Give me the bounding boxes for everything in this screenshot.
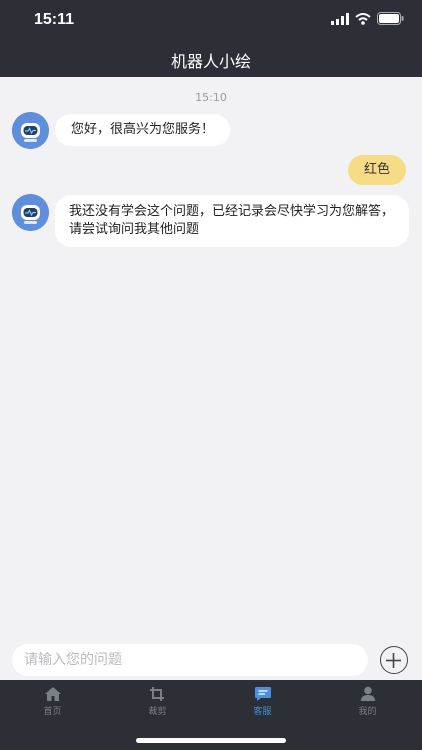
message-timestamp: 15:10 <box>195 91 227 104</box>
bot-message-bubble: 您好，很高兴为您服务！ <box>55 114 231 146</box>
tab-label: 裁剪 <box>148 707 167 717</box>
tab-mine[interactable]: 我的 <box>315 686 420 726</box>
tab-label: 客服 <box>253 707 272 717</box>
tab-bar: 首页 裁剪 客服 我的 <box>0 680 422 750</box>
chat-icon <box>254 687 271 701</box>
battery-icon <box>377 12 404 25</box>
plus-icon <box>386 652 401 668</box>
add-button[interactable] <box>380 646 408 674</box>
bot-message-bubble: 我还没有学会这个问题，已经记录会尽快学习为您解答，请尝试询问我其他问题 <box>55 195 409 247</box>
input-bar <box>0 640 422 680</box>
wifi-icon <box>355 12 371 25</box>
bot-message-text: 您好，很高兴为您服务！ <box>71 122 215 137</box>
signal-icon <box>331 12 349 25</box>
home-icon <box>44 687 61 701</box>
tab-label: 我的 <box>358 707 377 717</box>
tab-label: 首页 <box>43 707 62 717</box>
crop-icon <box>149 687 164 701</box>
user-message-text: 红色 <box>364 162 391 177</box>
bot-avatar-icon <box>12 194 49 231</box>
tab-customer-service[interactable]: 客服 <box>210 686 315 726</box>
nav-bar: 机器人小绘 <box>0 40 422 77</box>
status-icons <box>331 12 404 25</box>
bot-message-text: 我还没有学会这个问题，已经记录会尽快学习为您解答，请尝试询问我其他问题 <box>69 204 395 237</box>
tab-crop[interactable]: 裁剪 <box>105 686 210 726</box>
chat-area[interactable]: 15:10 您好，很高兴为您服务！ 红色 我还没有学会这个问题，已经记录会尽快学… <box>0 77 422 640</box>
bot-avatar-icon <box>12 112 49 149</box>
page-title: 机器人小绘 <box>170 52 251 71</box>
user-icon <box>360 686 375 701</box>
status-time: 15:11 <box>34 11 75 28</box>
home-indicator[interactable] <box>136 738 286 743</box>
message-input[interactable] <box>12 644 368 676</box>
tab-home[interactable]: 首页 <box>0 686 105 726</box>
status-bar: 15:11 <box>0 0 422 40</box>
user-message-bubble: 红色 <box>348 155 407 185</box>
